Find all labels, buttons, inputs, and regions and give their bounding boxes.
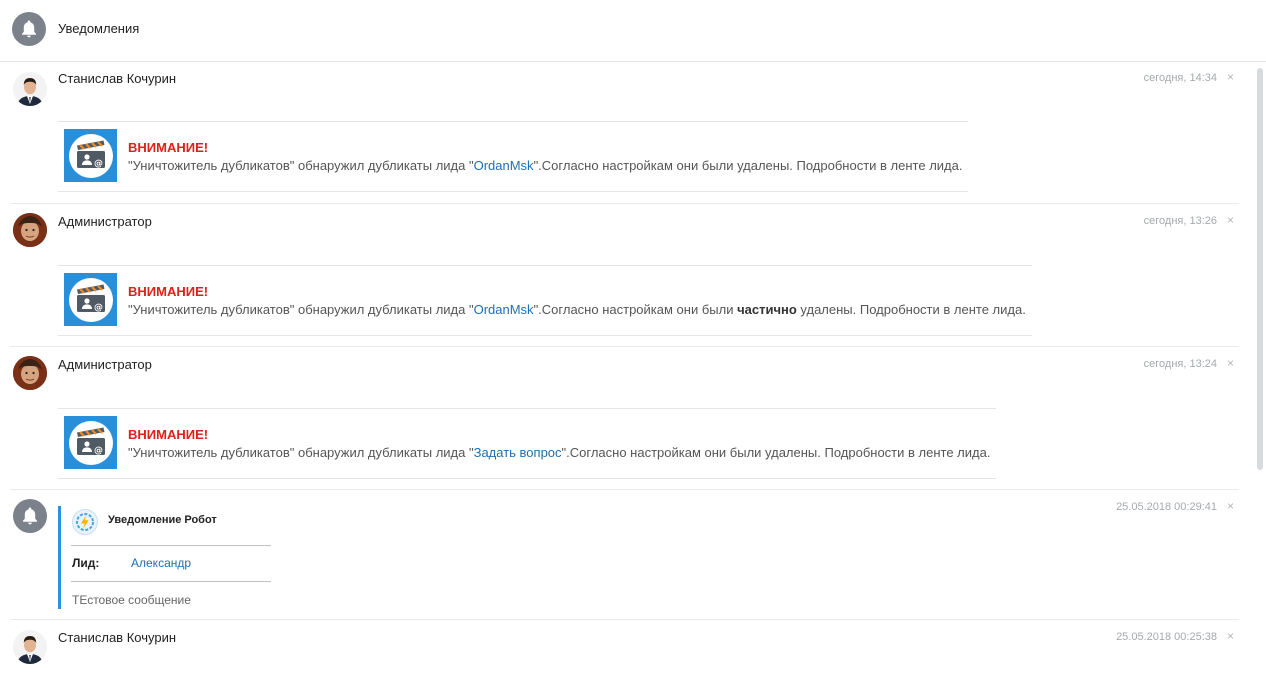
lead-link[interactable]: Александр xyxy=(131,556,191,570)
warning-message: "Уничтожитель дубликатов" обнаружил дубл… xyxy=(128,158,962,173)
svg-text:@: @ xyxy=(94,446,103,456)
warning-label: ВНИМАНИЕ! xyxy=(128,284,209,299)
lead-link[interactable]: OrdanMsk xyxy=(474,302,534,317)
duplicate-warning-card: @ ВНИМАНИЕ! "Уничтожитель дубликатов" об… xyxy=(58,265,1032,336)
divider xyxy=(71,581,271,582)
author-name[interactable]: Станислав Кочурин xyxy=(58,630,176,645)
scrollbar[interactable] xyxy=(1257,68,1263,470)
clapperboard-contact-icon: @ xyxy=(64,129,117,182)
close-icon[interactable]: × xyxy=(1227,213,1234,227)
close-icon[interactable]: × xyxy=(1227,499,1234,513)
notification-item: Администратор сегодня, 13:26 × @ ВНИМАНИ… xyxy=(0,204,1240,346)
clapperboard-contact-icon: @ xyxy=(64,416,117,469)
svg-text:@: @ xyxy=(94,159,103,169)
timestamp: 25.05.2018 00:25:38 xyxy=(1116,631,1217,643)
robot-title: Уведомление Робот xyxy=(108,514,217,526)
message-text: ".Согласно настройкам они были удалены. … xyxy=(561,445,991,460)
close-icon[interactable]: × xyxy=(1227,356,1234,370)
close-icon[interactable]: × xyxy=(1227,629,1234,643)
timestamp: сегодня, 13:24 xyxy=(1143,358,1217,370)
lead-label: Лид: xyxy=(72,556,100,570)
divider xyxy=(71,545,271,546)
avatar xyxy=(13,213,47,247)
avatar xyxy=(13,72,47,106)
avatar xyxy=(13,630,47,664)
duplicate-warning-card: @ ВНИМАНИЕ! "Уничтожитель дубликатов" об… xyxy=(58,121,968,192)
message-emphasis: частично xyxy=(737,302,797,317)
message-text: "Уничтожитель дубликатов" обнаружил дубл… xyxy=(128,445,474,460)
warning-message: "Уничтожитель дубликатов" обнаружил дубл… xyxy=(128,445,990,460)
notifications-header: Уведомления xyxy=(0,0,1266,62)
robot-notification-card: Уведомление Робот Лид: Александр ТЕстово… xyxy=(58,506,278,609)
timestamp: сегодня, 13:26 xyxy=(1143,215,1217,227)
author-name[interactable]: Станислав Кочурин xyxy=(58,71,176,86)
timestamp: сегодня, 14:34 xyxy=(1143,72,1217,84)
message-text: удалены. Подробности в ленте лида. xyxy=(796,302,1026,317)
page-title: Уведомления xyxy=(58,21,140,36)
bell-icon xyxy=(12,12,46,46)
close-icon[interactable]: × xyxy=(1227,70,1234,84)
avatar xyxy=(13,356,47,390)
warning-label: ВНИМАНИЕ! xyxy=(128,427,209,442)
bell-icon xyxy=(13,499,47,533)
lead-link[interactable]: Задать вопрос xyxy=(474,445,562,460)
warning-label: ВНИМАНИЕ! xyxy=(128,140,209,155)
notification-item: Станислав Кочурин 25.05.2018 00:25:38 × xyxy=(0,620,1240,680)
notification-item: Станислав Кочурин сегодня, 14:34 × @ ВНИ… xyxy=(0,62,1240,204)
notification-item: Администратор сегодня, 13:24 × @ ВНИМАНИ… xyxy=(0,347,1240,489)
timestamp: 25.05.2018 00:29:41 xyxy=(1116,501,1217,513)
warning-message: "Уничтожитель дубликатов" обнаружил дубл… xyxy=(128,302,1026,317)
robot-message: ТЕстовое сообщение xyxy=(72,593,191,607)
message-text: ".Согласно настройкам они были удалены. … xyxy=(533,158,963,173)
lead-link[interactable]: OrdanMsk xyxy=(474,158,534,173)
message-text: "Уничтожитель дубликатов" обнаружил дубл… xyxy=(128,158,474,173)
clapperboard-contact-icon: @ xyxy=(64,273,117,326)
duplicate-warning-card: @ ВНИМАНИЕ! "Уничтожитель дубликатов" об… xyxy=(58,408,996,479)
message-text: "Уничтожитель дубликатов" обнаружил дубл… xyxy=(128,302,474,317)
author-name[interactable]: Администратор xyxy=(58,357,152,372)
lightning-gear-icon xyxy=(72,509,98,535)
message-text: ".Согласно настройкам они были xyxy=(533,302,738,317)
author-name[interactable]: Администратор xyxy=(58,214,152,229)
svg-text:@: @ xyxy=(94,303,103,313)
